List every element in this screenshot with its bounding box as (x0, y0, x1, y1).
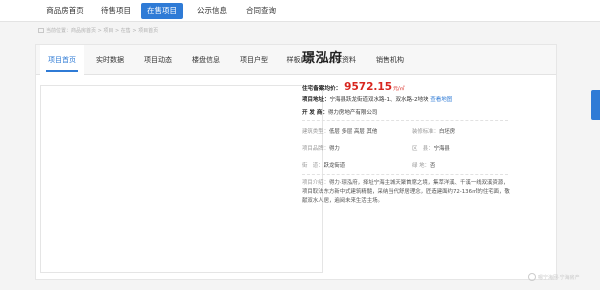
project-intro: 项目介绍：得力·璟泓府，择址宁海主城天聚首席之境，集萃洋溪、千溪一线双溪资源，项… (302, 179, 510, 206)
nav-item-pending[interactable]: 待售项目 (96, 3, 136, 19)
decoration-standard: 装修标准：白坯房 (412, 127, 455, 135)
nav-item-public-info[interactable]: 公示信息 (190, 3, 234, 19)
breadcrumb-text: 当前位置：商品房首页 > 项目 > 在售 > 项目首页 (46, 28, 159, 34)
building-type-value: 低层 多层 高层 其他 (328, 129, 378, 135)
breadcrumb: 当前位置：商品房首页 > 项目 > 在售 > 项目首页 (38, 27, 158, 34)
decoration-label: 装修标准： (412, 129, 439, 135)
rooftop: 绿 地：否 (412, 161, 435, 169)
divider (302, 120, 508, 121)
divider (302, 174, 508, 175)
street: 街 道：跃龙街道 (302, 161, 345, 169)
decoration-value: 白坯房 (438, 129, 456, 135)
tab-project-home[interactable]: 项目首页 (40, 45, 84, 76)
street-value: 跃龙街道 (323, 163, 346, 169)
developer-label: 开 发 商： (302, 110, 328, 116)
price-label: 住宅备案均价： (302, 86, 342, 92)
street-label: 街 道： (302, 163, 324, 169)
address-value: 宁海县跃龙街道双水路-1、双水路-2地块 (329, 97, 429, 103)
nav-item-on-sale[interactable]: 在售项目 (141, 3, 183, 19)
top-navigation: 商品房首页 待售项目 在售项目 公示信息 合同查询 (0, 0, 600, 22)
watermark-logo-icon (528, 273, 536, 281)
intro-label: 项目介绍： (302, 180, 329, 186)
intro-text: 得力·璟泓府，择址宁海主城天聚首席之境，集萃洋溪、千溪一线双溪资源，项目取法东方… (302, 180, 510, 204)
project-tabs: 项目首页 实时数据 项目动态 楼盘信息 项目户型 样板房 公示资料 销售机构 (36, 45, 556, 76)
project-image-area (40, 85, 323, 273)
price-row: 住宅备案均价： 9572.15元/㎡ (302, 75, 405, 94)
brand-value: 得力 (328, 146, 340, 152)
nav-item-contract-query[interactable]: 合同查询 (238, 3, 284, 19)
building-type: 建筑类型：低层 多层 高层 其他 (302, 127, 377, 135)
rooftop-label: 绿 地： (412, 163, 430, 169)
district: 区 县：宁海县 (412, 144, 450, 152)
tab-project-news[interactable]: 项目动态 (136, 45, 180, 75)
nav-item-home[interactable]: 商品房首页 (38, 3, 92, 19)
developer-row: 开 发 商：得力房地产有限公司 (302, 108, 377, 116)
watermark-text: 嗯宁海网·宁海房产 (538, 275, 580, 281)
address-label: 项目地址： (302, 97, 330, 103)
watermark: 嗯宁海网·宁海房产 (528, 273, 580, 281)
district-label: 区 县： (412, 146, 434, 152)
tab-floor-plans[interactable]: 项目户型 (232, 45, 276, 75)
district-value: 宁海县 (433, 146, 450, 152)
developer-value: 得力房地产有限公司 (327, 110, 378, 116)
rooftop-value: 否 (429, 163, 436, 169)
project-title: 璟泓府 (302, 51, 343, 66)
home-icon (38, 28, 44, 33)
price-value: 9572.15 (344, 81, 392, 93)
building-type-label: 建筑类型： (302, 129, 329, 135)
tab-realtime-data[interactable]: 实时数据 (88, 45, 132, 75)
project-brand: 项目品牌：得力 (302, 144, 340, 152)
view-map-link[interactable]: 查看地图 (430, 97, 452, 103)
price-unit: 元/㎡ (393, 86, 405, 92)
project-panel: 项目首页 实时数据 项目动态 楼盘信息 项目户型 样板房 公示资料 销售机构 (35, 44, 557, 280)
brand-label: 项目品牌： (302, 146, 329, 152)
side-float-button[interactable] (591, 90, 600, 120)
tab-sales-agency[interactable]: 销售机构 (368, 45, 412, 75)
tab-building-info[interactable]: 楼盘信息 (184, 45, 228, 75)
address-row: 项目地址：宁海县跃龙街道双水路-1、双水路-2地块 查看地图 (302, 95, 452, 103)
